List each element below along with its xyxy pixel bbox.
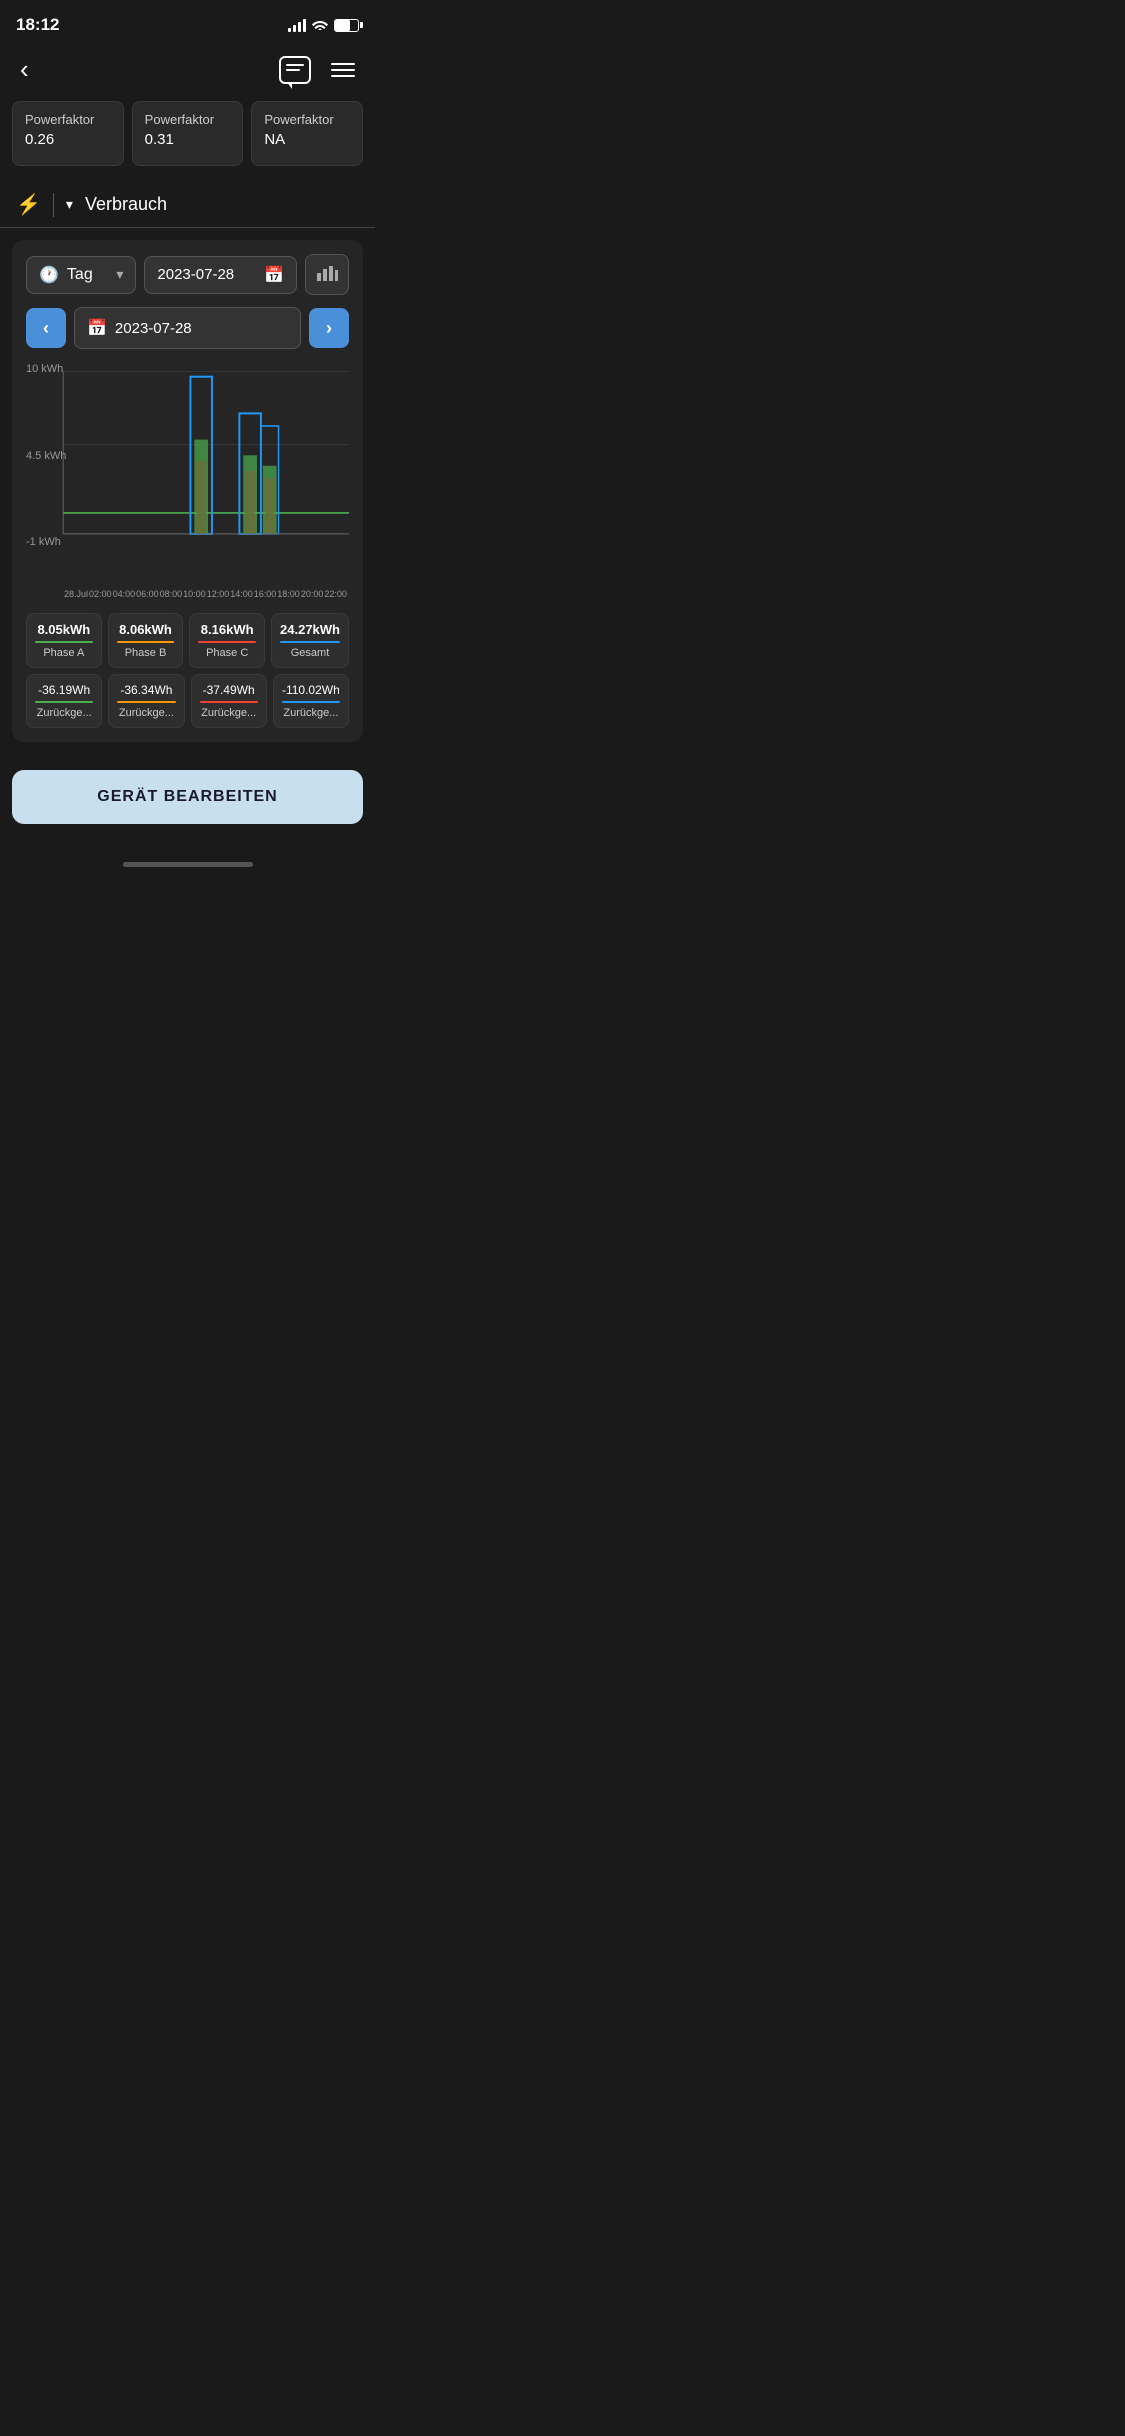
stat-card-phase-b: 8.06kWh Phase B xyxy=(108,613,184,668)
stat-line-phase-b xyxy=(117,641,175,643)
edit-device-button[interactable]: GERÄT BEARBEITEN xyxy=(12,770,363,824)
x-label-6: 12:00 xyxy=(207,589,230,599)
y-axis-labels: 10 kWh 4.5 kWh -1 kWh xyxy=(26,361,66,548)
powerfactor-row: Powerfaktor 0.26 Powerfaktor 0.31 Powerf… xyxy=(0,101,375,182)
x-label-7: 14:00 xyxy=(230,589,253,599)
next-date-button[interactable]: › xyxy=(309,308,349,348)
stat-line-phase-c xyxy=(198,641,256,643)
period-select[interactable]: 🕐 Tag ▾ xyxy=(26,256,136,294)
powerfactor-label-c: Powerfaktor xyxy=(264,112,350,129)
calendar-icon: 📅 xyxy=(264,265,284,285)
x-label-0: 28.Jul xyxy=(64,589,88,599)
nav-date-text: 2023-07-28 xyxy=(115,320,192,337)
period-label: Tag xyxy=(67,266,108,284)
date-label: 2023-07-28 xyxy=(157,266,256,283)
stat-line-ret-c xyxy=(200,701,258,703)
clock-icon: 🕐 xyxy=(39,265,59,285)
home-indicator xyxy=(0,854,375,871)
nav-calendar-icon: 📅 xyxy=(87,318,107,338)
nav-date-display: 📅 2023-07-28 xyxy=(74,307,301,349)
stat-label-ret-b: Zurückge... xyxy=(117,707,175,719)
chart-type-button[interactable] xyxy=(305,254,349,295)
x-axis-labels: 28.Jul 02:00 04:00 06:00 08:00 10:00 12:… xyxy=(26,589,349,599)
stat-card-phase-c: 8.16kWh Phase C xyxy=(189,613,265,668)
menu-icon[interactable] xyxy=(331,63,355,77)
powerfactor-card-b: Powerfaktor 0.31 xyxy=(132,101,244,166)
stat-label-phase-c: Phase C xyxy=(198,647,256,659)
nav-row: ‹ 📅 2023-07-28 › xyxy=(26,307,349,349)
lightning-icon: ⚡ xyxy=(16,192,41,217)
section-header: ⚡ ▾ Verbrauch xyxy=(0,182,375,228)
back-button[interactable]: ‹ xyxy=(20,54,29,85)
stat-value-phase-c: 8.16kWh xyxy=(198,622,256,637)
stat-value-phase-a: 8.05kWh xyxy=(35,622,93,637)
stat-card-gesamt: 24.27kWh Gesamt xyxy=(271,613,349,668)
stat-label-phase-a: Phase A xyxy=(35,647,93,659)
stat-label-ret-c: Zurückge... xyxy=(200,707,258,719)
stat-value-ret-a: -36.19Wh xyxy=(35,683,93,697)
stat-card-ret-a: -36.19Wh Zurückge... xyxy=(26,674,102,728)
y-axis-min: -1 kWh xyxy=(26,536,66,548)
status-bar: 18:12 xyxy=(0,0,375,44)
stat-card-ret-total: -110.02Wh Zurückge... xyxy=(273,674,349,728)
stat-value-ret-b: -36.34Wh xyxy=(117,683,175,697)
chart-card: 🕐 Tag ▾ 2023-07-28 📅 ‹ 📅 2023-07-28 › xyxy=(12,240,363,742)
stat-label-ret-total: Zurückge... xyxy=(282,707,340,719)
powerfactor-value-c: NA xyxy=(264,131,350,148)
x-label-1: 02:00 xyxy=(89,589,112,599)
stat-label-gesamt: Gesamt xyxy=(280,647,340,659)
x-label-9: 18:00 xyxy=(277,589,300,599)
date-select[interactable]: 2023-07-28 📅 xyxy=(144,256,297,294)
chart-area: 10 kWh 4.5 kWh -1 kWh xyxy=(26,361,349,581)
status-time: 18:12 xyxy=(16,15,59,35)
chevron-down-icon: ▾ xyxy=(116,266,123,283)
bottom-btn-area: GERÄT BEARBEITEN xyxy=(0,754,375,854)
powerfactor-label-a: Powerfaktor xyxy=(25,112,111,129)
x-label-2: 04:00 xyxy=(113,589,136,599)
stat-line-gesamt xyxy=(280,641,340,643)
stat-line-ret-b xyxy=(117,701,175,703)
x-label-10: 20:00 xyxy=(301,589,324,599)
stats-grid-row2: -36.19Wh Zurückge... -36.34Wh Zurückge..… xyxy=(26,674,349,728)
powerfactor-value-a: 0.26 xyxy=(25,131,111,148)
y-axis-max: 10 kWh xyxy=(26,363,66,375)
stat-card-phase-a: 8.05kWh Phase A xyxy=(26,613,102,668)
nav-header: ‹ xyxy=(0,44,375,101)
powerfactor-value-b: 0.31 xyxy=(145,131,231,148)
powerfactor-card-a: Powerfaktor 0.26 xyxy=(12,101,124,166)
powerfactor-label-b: Powerfaktor xyxy=(145,112,231,129)
nav-right-icons xyxy=(279,56,355,84)
stat-value-ret-total: -110.02Wh xyxy=(282,683,340,697)
stat-label-phase-b: Phase B xyxy=(117,647,175,659)
battery-icon xyxy=(334,19,359,32)
x-label-4: 08:00 xyxy=(160,589,183,599)
stat-line-ret-a xyxy=(35,701,93,703)
stat-line-phase-a xyxy=(35,641,93,643)
wifi-icon xyxy=(312,18,328,33)
home-indicator-bar xyxy=(123,862,253,867)
powerfactor-card-c: Powerfaktor NA xyxy=(251,101,363,166)
signal-icon xyxy=(288,18,306,32)
section-divider xyxy=(53,193,54,217)
section-label: Verbrauch xyxy=(85,194,167,215)
stat-value-ret-c: -37.49Wh xyxy=(200,683,258,697)
x-label-5: 10:00 xyxy=(183,589,206,599)
x-label-11: 22:00 xyxy=(324,589,347,599)
controls-row: 🕐 Tag ▾ 2023-07-28 📅 xyxy=(26,254,349,295)
y-axis-mid: 4.5 kWh xyxy=(26,450,66,462)
status-icons xyxy=(288,18,359,33)
stat-label-ret-a: Zurückge... xyxy=(35,707,93,719)
section-dropdown-arrow[interactable]: ▾ xyxy=(66,196,73,213)
stat-card-ret-b: -36.34Wh Zurückge... xyxy=(108,674,184,728)
chat-icon[interactable] xyxy=(279,56,311,84)
x-label-8: 16:00 xyxy=(254,589,277,599)
stat-card-ret-c: -37.49Wh Zurückge... xyxy=(191,674,267,728)
stat-line-ret-total xyxy=(282,701,340,703)
chart-svg xyxy=(26,361,349,581)
stats-grid-row1: 8.05kWh Phase A 8.06kWh Phase B 8.16kWh … xyxy=(26,613,349,668)
stat-value-phase-b: 8.06kWh xyxy=(117,622,175,637)
stat-value-gesamt: 24.27kWh xyxy=(280,622,340,637)
prev-date-button[interactable]: ‹ xyxy=(26,308,66,348)
x-label-3: 06:00 xyxy=(136,589,159,599)
